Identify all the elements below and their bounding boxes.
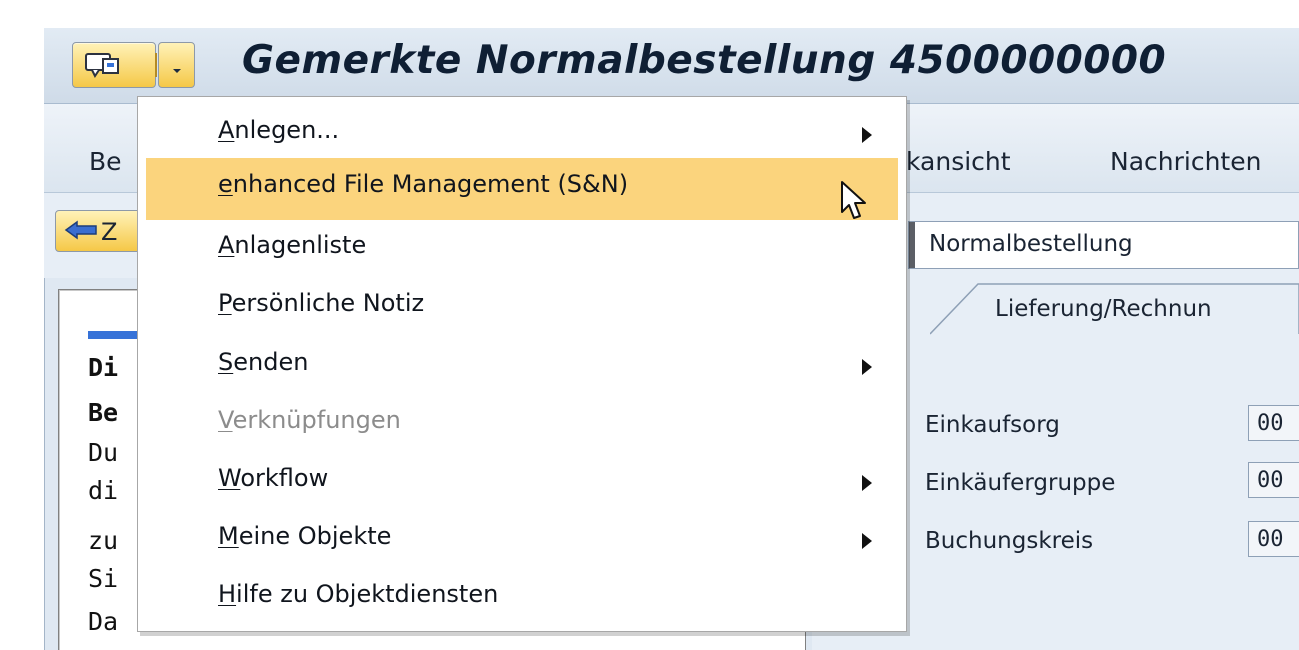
chevron-right-icon [862,127,872,143]
menu-item-label: Meine Objekte [218,522,392,550]
menu-item-bearbeiten[interactable]: Be [89,147,122,176]
buchungskreis-value: 00 [1257,527,1284,552]
system-menu-dropdown-button[interactable] [158,42,195,88]
editor-line-6: Si [88,564,119,593]
menu-item-label: enhanced File Management (S&N) [218,170,629,198]
menu-item-enhanced-file-management[interactable]: enhanced File Management (S&N) [146,158,898,220]
einkaufsorg-value: 00 [1257,411,1284,436]
menu-item-label: Anlegen... [218,116,340,144]
chevron-down-icon [173,69,181,73]
editor-line-3: Du [88,438,119,467]
system-menu-icon [85,53,119,78]
menu-item-label: Anlagenliste [218,231,367,259]
buchungskreis-label: Buchungskreis [925,528,1094,554]
menu-item-label: Hilfe zu Objektdiensten [218,580,499,608]
menu-item-workflow[interactable]: Workflow [138,453,906,511]
system-menu-button[interactable] [72,42,157,88]
document-type-select[interactable]: Normalbestellung [908,221,1299,269]
einkaeufergruppe-field[interactable]: 00 [1248,462,1299,498]
system-menu-separator [155,53,157,77]
einkaeufergruppe-label: Einkäufergruppe [925,470,1116,496]
chevron-right-icon [862,359,872,375]
buchungskreis-field[interactable]: 00 [1248,521,1299,557]
back-button-label: Z [101,218,118,246]
tab-lieferung-rechnung-label: Lieferung/Rechnun [995,296,1212,322]
document-type-value: Normalbestellung [929,231,1133,257]
einkaufsorg-field[interactable]: 00 [1248,405,1299,441]
editor-line-4: di [88,476,119,505]
select-accent [909,222,915,268]
menu-item-hilfe-zu-objektdiensten[interactable]: Hilfe zu Objektdiensten [138,569,906,627]
menu-item-label: Persönliche Notiz [218,289,425,317]
menu-item-label: Verknüpfungen [218,406,401,434]
editor-line-7: Da [88,607,119,636]
chevron-right-icon [862,533,872,549]
menu-item-verknuepfungen: Verknüpfungen [138,395,906,453]
menu-item-label: Senden [218,348,309,376]
menu-item-persoenliche-notiz[interactable]: Persönliche Notiz [138,278,906,336]
menu-item-anlegen[interactable]: Anlegen... [138,105,906,163]
menu-item-label: Workflow [218,464,329,492]
einkaufsorg-label: Einkaufsorg [925,412,1060,438]
menu-item-kansicht[interactable]: kansicht [906,147,1011,176]
arrow-left-icon [64,220,97,240]
einkaeufergruppe-value: 00 [1257,468,1284,493]
chevron-right-icon [862,475,872,491]
menu-item-anlagenliste[interactable]: Anlagenliste [138,220,906,278]
services-for-object-menu: Anlegen... enhanced File Management (S&N… [137,96,907,632]
sap-gui-window: Gemerkte Normalbestellung 4500000000 Be … [0,0,1299,650]
page-title: Gemerkte Normalbestellung 4500000000 [242,38,1167,83]
editor-line-5: zu [88,526,119,555]
menu-item-senden[interactable]: Senden [138,337,906,395]
editor-line-2: Be [88,398,119,427]
menu-item-nachrichten[interactable]: Nachrichten [1110,147,1261,176]
editor-line-1: Di [88,353,119,382]
menu-item-meine-objekte[interactable]: Meine Objekte [138,511,906,569]
